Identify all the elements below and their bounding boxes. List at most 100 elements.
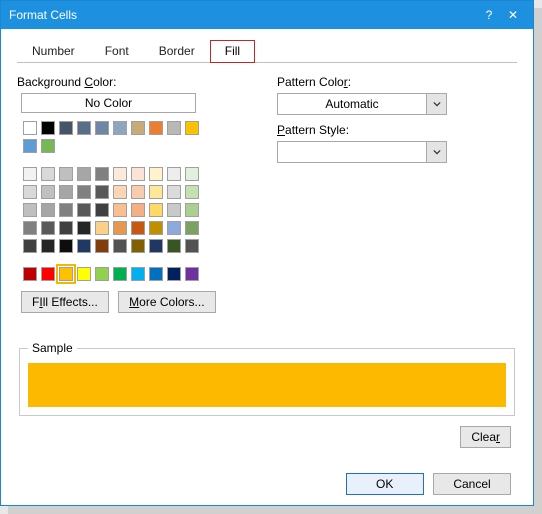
- color-swatch[interactable]: [59, 239, 73, 253]
- color-swatch[interactable]: [23, 167, 37, 181]
- color-swatch[interactable]: [95, 203, 109, 217]
- color-swatch[interactable]: [131, 221, 145, 235]
- color-swatch[interactable]: [185, 185, 199, 199]
- color-swatch[interactable]: [95, 121, 109, 135]
- color-swatch[interactable]: [185, 167, 199, 181]
- color-swatch[interactable]: [23, 185, 37, 199]
- color-swatch[interactable]: [167, 239, 181, 253]
- color-swatch[interactable]: [149, 185, 163, 199]
- color-swatch[interactable]: [167, 185, 181, 199]
- color-swatch[interactable]: [77, 167, 91, 181]
- color-swatch[interactable]: [41, 167, 55, 181]
- color-swatch[interactable]: [77, 203, 91, 217]
- color-swatch[interactable]: [149, 167, 163, 181]
- color-swatch[interactable]: [95, 167, 109, 181]
- color-swatch[interactable]: [185, 267, 199, 281]
- fill-effects-button[interactable]: FIll Effects...: [21, 291, 109, 313]
- color-swatch[interactable]: [41, 139, 55, 153]
- color-swatch[interactable]: [113, 221, 127, 235]
- color-swatch[interactable]: [131, 167, 145, 181]
- ok-button[interactable]: OK: [346, 473, 424, 495]
- tab-strip: Number Font Border Fill: [17, 39, 517, 63]
- palette-top-row: [21, 119, 211, 155]
- color-swatch[interactable]: [131, 239, 145, 253]
- color-swatch[interactable]: [131, 267, 145, 281]
- color-swatch[interactable]: [95, 185, 109, 199]
- color-swatch[interactable]: [41, 221, 55, 235]
- color-swatch[interactable]: [23, 221, 37, 235]
- more-colors-button[interactable]: More Colors...: [118, 291, 215, 313]
- color-swatch[interactable]: [149, 239, 163, 253]
- color-swatch[interactable]: [95, 221, 109, 235]
- color-swatch[interactable]: [41, 203, 55, 217]
- color-swatch[interactable]: [167, 203, 181, 217]
- color-swatch[interactable]: [77, 239, 91, 253]
- chevron-down-icon[interactable]: [426, 142, 446, 162]
- color-swatch[interactable]: [131, 121, 145, 135]
- color-swatch[interactable]: [95, 239, 109, 253]
- color-swatch[interactable]: [167, 167, 181, 181]
- color-swatch[interactable]: [149, 121, 163, 135]
- color-swatch[interactable]: [77, 185, 91, 199]
- palette-theme-grid: [21, 165, 211, 255]
- color-swatch[interactable]: [77, 267, 91, 281]
- color-swatch[interactable]: [59, 221, 73, 235]
- color-swatch[interactable]: [59, 167, 73, 181]
- tab-font[interactable]: Font: [90, 40, 144, 63]
- tab-border[interactable]: Border: [144, 40, 210, 63]
- color-swatch[interactable]: [77, 221, 91, 235]
- color-swatch[interactable]: [131, 185, 145, 199]
- color-swatch[interactable]: [41, 267, 55, 281]
- color-swatch[interactable]: [167, 221, 181, 235]
- background-color-label: Background Color:: [17, 75, 257, 89]
- color-swatch[interactable]: [149, 203, 163, 217]
- palette-standard-row: [21, 265, 211, 283]
- color-swatch[interactable]: [95, 267, 109, 281]
- color-swatch[interactable]: [77, 121, 91, 135]
- color-swatch[interactable]: [23, 203, 37, 217]
- color-swatch[interactable]: [131, 203, 145, 217]
- sample-group: Sample: [19, 341, 515, 416]
- color-swatch[interactable]: [113, 121, 127, 135]
- help-icon[interactable]: ?: [477, 8, 501, 22]
- sample-swatch: [28, 363, 506, 407]
- color-swatch[interactable]: [59, 267, 73, 281]
- pattern-color-label: Pattern Color:: [277, 75, 517, 89]
- color-swatch[interactable]: [23, 121, 37, 135]
- tab-fill[interactable]: Fill: [210, 40, 255, 63]
- color-swatch[interactable]: [59, 203, 73, 217]
- color-swatch[interactable]: [149, 221, 163, 235]
- close-icon[interactable]: ✕: [501, 8, 525, 22]
- color-swatch[interactable]: [23, 267, 37, 281]
- color-swatch[interactable]: [41, 121, 55, 135]
- color-swatch[interactable]: [167, 121, 181, 135]
- color-swatch[interactable]: [41, 239, 55, 253]
- color-swatch[interactable]: [23, 239, 37, 253]
- color-swatch[interactable]: [113, 185, 127, 199]
- cancel-button[interactable]: Cancel: [433, 473, 511, 495]
- color-swatch[interactable]: [23, 139, 37, 153]
- pattern-color-combo[interactable]: Automatic: [277, 93, 447, 115]
- titlebar: Format Cells ? ✕: [1, 1, 533, 29]
- clear-button[interactable]: Clear: [460, 426, 511, 448]
- color-swatch[interactable]: [59, 121, 73, 135]
- color-swatch[interactable]: [185, 239, 199, 253]
- color-swatch[interactable]: [149, 267, 163, 281]
- no-color-button[interactable]: No Color: [21, 93, 196, 113]
- color-swatch[interactable]: [185, 203, 199, 217]
- pattern-color-value: Automatic: [278, 97, 426, 111]
- color-swatch[interactable]: [59, 185, 73, 199]
- color-swatch[interactable]: [113, 267, 127, 281]
- color-swatch[interactable]: [167, 267, 181, 281]
- color-swatch[interactable]: [113, 167, 127, 181]
- window-title: Format Cells: [9, 8, 477, 22]
- color-swatch[interactable]: [113, 239, 127, 253]
- color-swatch[interactable]: [185, 221, 199, 235]
- color-swatch[interactable]: [41, 185, 55, 199]
- color-swatch[interactable]: [113, 203, 127, 217]
- chevron-down-icon[interactable]: [426, 94, 446, 114]
- pattern-style-label: Pattern Style:: [277, 123, 517, 137]
- tab-number[interactable]: Number: [17, 40, 90, 63]
- pattern-style-combo[interactable]: [277, 141, 447, 163]
- color-swatch[interactable]: [185, 121, 199, 135]
